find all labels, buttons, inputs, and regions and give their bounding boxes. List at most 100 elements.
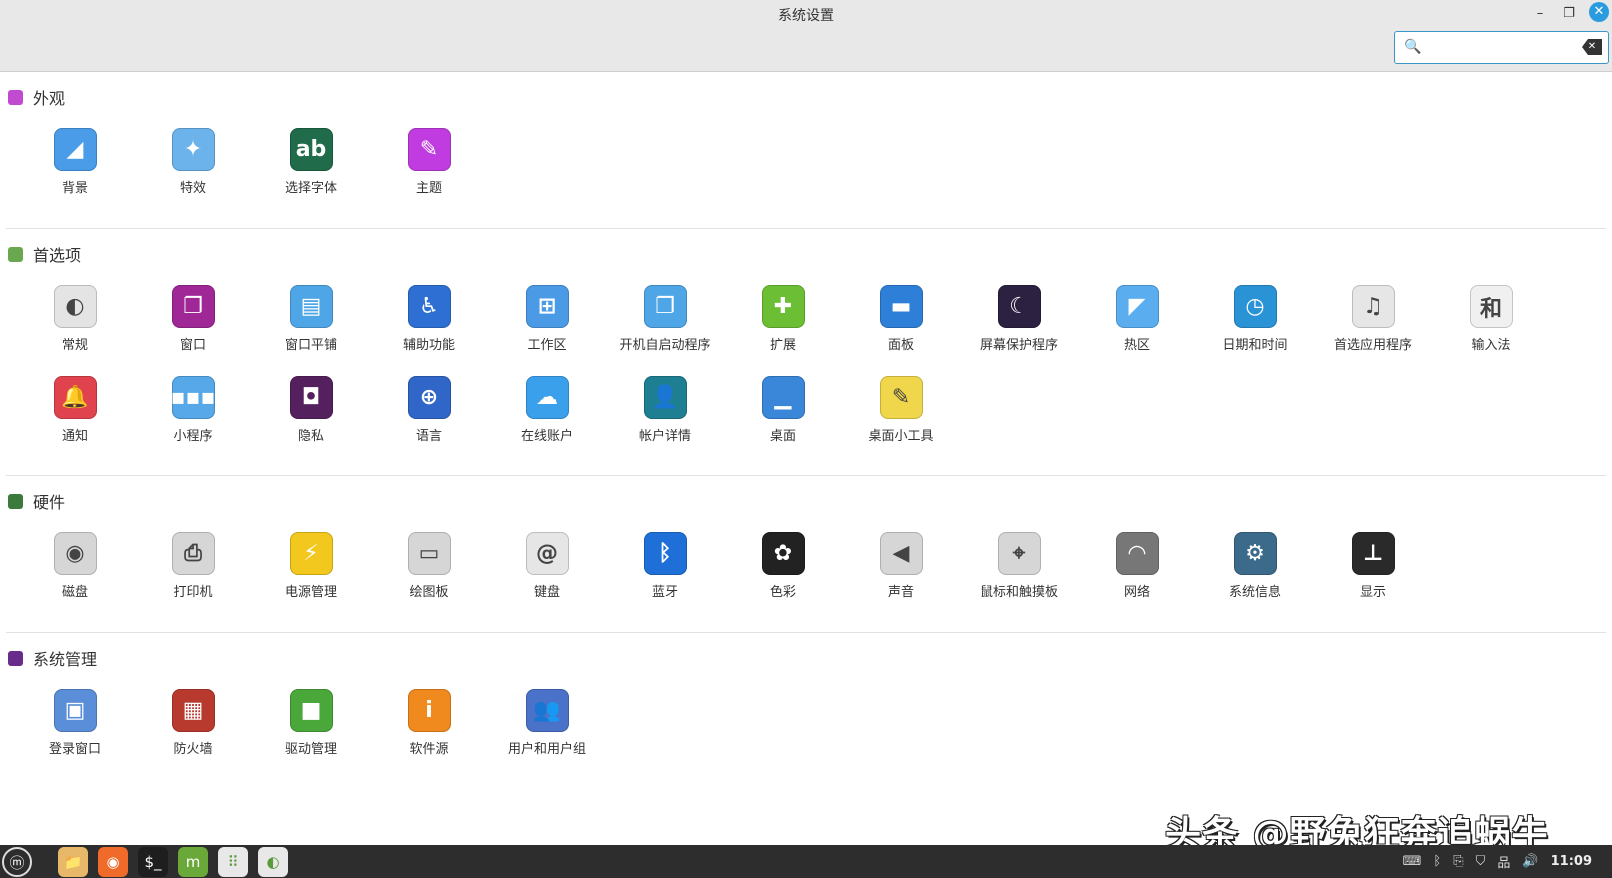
- settings-item[interactable]: ▦ 防火墙: [135, 689, 251, 757]
- settings-item[interactable]: ◠ 网络: [1079, 532, 1195, 600]
- settings-item[interactable]: ◐ 常规: [17, 285, 133, 353]
- clear-icon[interactable]: ✕: [1582, 39, 1602, 55]
- settings-item[interactable]: 👥 用户和用户组: [489, 689, 605, 757]
- settings-item[interactable]: ▤ 窗口平铺: [253, 285, 369, 353]
- settings-item-label: 显示: [1359, 585, 1386, 600]
- settings-item-label: 网络: [1123, 585, 1150, 600]
- window-header: 系统设置 – ❐ ✕ 🔍 ✕: [0, 0, 1612, 72]
- settings-item-icon: ⊕: [407, 376, 451, 419]
- settings-item-label: 打印机: [173, 585, 213, 600]
- settings-item[interactable]: ☁ 在线账户: [489, 376, 605, 444]
- settings-item-icon: ❐: [171, 285, 215, 328]
- settings-item-icon: ◷: [1233, 285, 1277, 328]
- settings-item-icon: ✎: [879, 376, 923, 419]
- tray-shield-icon[interactable]: ⛉: [1476, 854, 1486, 869]
- taskbar-firefox-icon[interactable]: ◉: [98, 847, 128, 877]
- settings-item[interactable]: ◀ 声音: [843, 532, 959, 600]
- settings-item[interactable]: ◘ 隐私: [253, 376, 369, 444]
- settings-item[interactable]: ◢ 背景: [17, 128, 133, 196]
- system-tray: ⌨ ᛒ ⎘ ⛉ 品 🔊 11:09: [1403, 845, 1592, 878]
- settings-item-label: 背景: [61, 181, 88, 196]
- settings-item[interactable]: ▁ 桌面: [725, 376, 841, 444]
- minimize-button[interactable]: –: [1530, 4, 1550, 24]
- settings-item-label: 桌面小工具: [868, 429, 934, 444]
- settings-item[interactable]: 👤 帐户详情: [607, 376, 723, 444]
- settings-item-icon: ▭: [407, 532, 451, 575]
- settings-item[interactable]: ■ 驱动管理: [253, 689, 369, 757]
- settings-item[interactable]: ✦ 特效: [135, 128, 251, 196]
- settings-item[interactable]: ⎙ 打印机: [135, 532, 251, 600]
- settings-item-label: 辅助功能: [402, 338, 455, 353]
- close-button[interactable]: ✕: [1589, 2, 1609, 22]
- taskbar-files-icon[interactable]: 📁: [58, 847, 88, 877]
- settings-item[interactable]: ✎ 桌面小工具: [843, 376, 959, 444]
- settings-item[interactable]: ▭ 绘图板: [371, 532, 487, 600]
- settings-item-label: 驱动管理: [284, 742, 337, 757]
- tray-keyboard-icon[interactable]: ⌨: [1403, 854, 1422, 869]
- taskbar-terminal-icon[interactable]: $_: [138, 847, 168, 877]
- clock[interactable]: 11:09: [1551, 854, 1592, 869]
- settings-item[interactable]: ab 选择字体: [253, 128, 369, 196]
- settings-item[interactable]: ☾ 屏幕保护程序: [961, 285, 1077, 353]
- settings-item-icon: ▁: [761, 376, 805, 419]
- settings-item[interactable]: ♫ 首选应用程序: [1315, 285, 1431, 353]
- tray-volume-icon[interactable]: 🔊: [1522, 854, 1538, 869]
- settings-item[interactable]: i 软件源: [371, 689, 487, 757]
- settings-item-label: 屏幕保护程序: [979, 338, 1058, 353]
- tray-clipboard-icon[interactable]: ⎘: [1453, 854, 1463, 869]
- settings-item[interactable]: ◷ 日期和时间: [1197, 285, 1313, 353]
- settings-item-label: 热区: [1123, 338, 1150, 353]
- taskbar-apps-icon[interactable]: ⠿: [218, 847, 248, 877]
- section-header: 硬件: [8, 489, 65, 513]
- section-header: 外观: [8, 85, 65, 109]
- settings-item-icon: ✦: [171, 128, 215, 171]
- taskbar-mintinstall-icon[interactable]: m: [178, 847, 208, 877]
- settings-item[interactable]: ◤ 热区: [1079, 285, 1195, 353]
- settings-item[interactable]: ▪▪▪ 小程序: [135, 376, 251, 444]
- settings-item-icon: ◀: [879, 532, 923, 575]
- section-title: 首选项: [33, 246, 82, 265]
- settings-item[interactable]: @ 键盘: [489, 532, 605, 600]
- settings-item-label: 绘图板: [409, 585, 449, 600]
- settings-item[interactable]: ⌖ 鼠标和触摸板: [961, 532, 1077, 600]
- settings-item[interactable]: ⊞ 工作区: [489, 285, 605, 353]
- settings-item[interactable]: ⊕ 语言: [371, 376, 487, 444]
- settings-item[interactable]: ▣ 登录窗口: [17, 689, 133, 757]
- settings-item[interactable]: ❐ 开机自启动程序: [607, 285, 723, 353]
- settings-item-label: 小程序: [173, 429, 213, 444]
- taskbar: ⓜ 📁 ◉ $_ m ⠿ ◐ ⌨ ᛒ ⎘ ⛉ 品 🔊 11:09: [0, 845, 1612, 878]
- settings-item-icon: @: [525, 532, 569, 575]
- settings-item[interactable]: 🔔 通知: [17, 376, 133, 444]
- tray-bluetooth-icon[interactable]: ᛒ: [1433, 854, 1441, 869]
- section-divider: [6, 228, 1606, 229]
- settings-item[interactable]: ✿ 色彩: [725, 532, 841, 600]
- settings-item-icon: ■: [289, 689, 333, 732]
- settings-item[interactable]: ❐ 窗口: [135, 285, 251, 353]
- section-title: 外观: [33, 89, 66, 108]
- settings-item-label: 桌面: [769, 429, 796, 444]
- settings-item[interactable]: ᛒ 蓝牙: [607, 532, 723, 600]
- settings-item-label: 扩展: [769, 338, 796, 353]
- tray-network-icon[interactable]: 品: [1497, 852, 1510, 871]
- settings-item-icon: ♿: [407, 285, 451, 328]
- settings-item[interactable]: ⚙ 系统信息: [1197, 532, 1313, 600]
- settings-item[interactable]: ⚡ 电源管理: [253, 532, 369, 600]
- settings-item-label: 语言: [415, 429, 442, 444]
- settings-item[interactable]: ✚ 扩展: [725, 285, 841, 353]
- search-box[interactable]: 🔍 ✕: [1394, 31, 1609, 64]
- taskbar-menu-icon[interactable]: ⓜ: [2, 847, 32, 877]
- maximize-button[interactable]: ❐: [1559, 4, 1579, 24]
- settings-item-label: 窗口平铺: [284, 338, 337, 353]
- settings-item[interactable]: ♿ 辅助功能: [371, 285, 487, 353]
- settings-item[interactable]: ▬ 面板: [843, 285, 959, 353]
- settings-item-icon: 👤: [643, 376, 687, 419]
- settings-item-label: 鼠标和触摸板: [979, 585, 1058, 600]
- search-input[interactable]: [1425, 37, 1575, 59]
- settings-item[interactable]: ◉ 磁盘: [17, 532, 133, 600]
- settings-item-icon: ▪▪▪: [171, 376, 215, 419]
- settings-item[interactable]: ✎ 主题: [371, 128, 487, 196]
- settings-item[interactable]: 和输入法: [1433, 285, 1549, 353]
- taskbar-settings-icon[interactable]: ◐: [258, 847, 288, 877]
- settings-item[interactable]: ⊥ 显示: [1315, 532, 1431, 600]
- settings-item-icon: ◘: [289, 376, 333, 419]
